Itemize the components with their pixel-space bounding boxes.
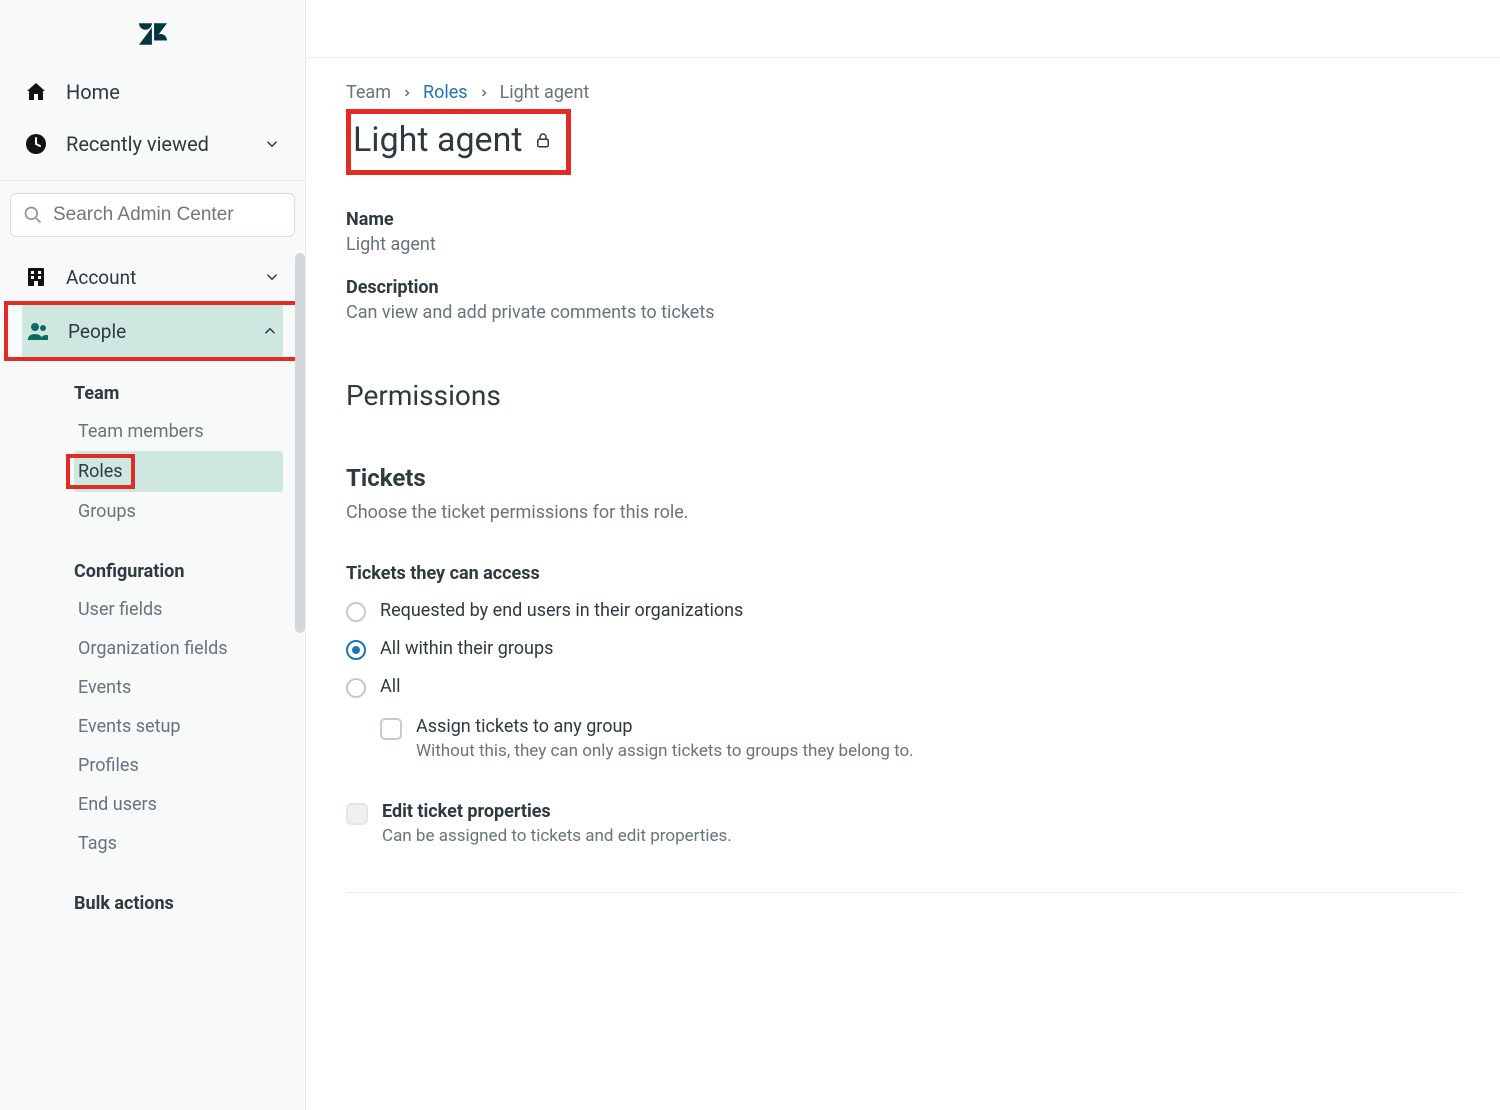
logo-row [0,0,305,66]
radio-option-groups[interactable]: All within their groups [346,638,1460,660]
sidebar-account[interactable]: Account [22,253,283,301]
app-root: Home Recently viewed [0,0,1500,1110]
name-label: Name [346,209,1460,230]
checkbox-icon [380,718,402,740]
meta: Name Light agent Description Can view an… [346,209,1460,323]
edit-hint: Can be assigned to tickets and edit prop… [382,826,732,846]
sidebar-people[interactable]: People [22,305,283,357]
check-text: Edit ticket properties Can be assigned t… [382,801,732,846]
subitem-tags[interactable]: Tags [74,824,283,863]
page-title-highlight: Light agent [346,109,571,175]
subheading-team: Team [74,373,283,412]
page-title: Light agent [353,120,522,160]
access-label: Tickets they can access [346,563,1460,584]
radio-option-all[interactable]: All [346,676,1460,698]
nav-top: Home Recently viewed [0,66,305,174]
radio-selected-icon [346,640,366,660]
subitem-end-users[interactable]: End users [74,785,283,824]
home-icon [24,80,48,104]
tickets-hint: Choose the ticket permissions for this r… [346,502,1460,523]
radio-label: All [380,676,401,697]
subitem-user-fields[interactable]: User fields [74,590,283,629]
content: Team Roles Light agent Light agent [306,58,1500,933]
people-sublist: Team Team members Roles Groups Configura… [22,361,283,922]
sidebar-people-highlight: People [4,301,301,361]
clock-icon [24,132,48,156]
chevron-down-icon [263,268,281,286]
breadcrumb: Team Roles Light agent [346,82,1460,103]
assign-label: Assign tickets to any group [416,716,914,737]
people-icon [26,319,50,343]
meta-name: Name Light agent [346,209,1460,255]
subheading-configuration: Configuration [74,551,283,590]
radio-label: Requested by end users in their organiza… [380,600,743,621]
building-icon [24,265,48,289]
main: Team Roles Light agent Light agent [306,0,1500,1110]
check-text: Assign tickets to any group Without this… [416,716,914,761]
radio-option-requested[interactable]: Requested by end users in their organiza… [346,600,1460,622]
radio-icon [346,602,366,622]
radio-icon [346,678,366,698]
check-edit-properties[interactable]: Edit ticket properties Can be assigned t… [346,801,1460,846]
footer-divider [346,892,1460,893]
permissions: Permissions Tickets Choose the ticket pe… [346,379,1460,893]
tickets-section: Tickets Choose the ticket permissions fo… [346,464,1460,893]
nav-home-label: Home [66,80,120,104]
crumb-roles[interactable]: Roles [423,82,468,103]
check-assign-any-group[interactable]: Assign tickets to any group Without this… [380,716,1460,761]
subitem-events[interactable]: Events [74,668,283,707]
zendesk-logo-icon [139,22,167,46]
sidebar-account-label: Account [66,266,136,289]
scrollbar[interactable] [295,253,305,633]
meta-description: Description Can view and add private com… [346,277,1460,323]
edit-label: Edit ticket properties [382,801,732,822]
chevron-down-icon [263,135,281,153]
search-box[interactable] [10,193,295,237]
subitem-groups[interactable]: Groups [74,492,283,531]
sidebar-people-label: People [68,320,126,343]
chevron-right-icon [478,87,490,99]
nav-recently-viewed[interactable]: Recently viewed [16,118,289,170]
sidebar-scroll: Account People [0,253,305,1110]
subitem-events-setup[interactable]: Events setup [74,707,283,746]
roles-highlight: Roles [66,454,135,489]
subheading-bulk-actions: Bulk actions [74,883,283,922]
divider [0,180,305,181]
subitem-roles-label: Roles [78,461,123,482]
name-value: Light agent [346,234,1460,255]
search-input[interactable] [53,204,282,226]
title-wrap: Light agent [346,109,1460,175]
sidebar-sections: Account People [0,253,305,922]
lock-icon [534,130,552,150]
radio-label: All within their groups [380,638,553,659]
chevron-up-icon [261,322,279,340]
checkbox-disabled-icon [346,803,368,825]
subitem-roles[interactable]: Roles [74,451,283,492]
description-label: Description [346,277,1460,298]
permissions-heading: Permissions [346,379,1460,412]
sidebar: Home Recently viewed [0,0,306,1110]
tickets-heading: Tickets [346,464,1460,492]
nav-recent-label: Recently viewed [66,132,209,156]
crumb-team[interactable]: Team [346,82,391,103]
crumb-current: Light agent [500,82,590,103]
top-bar [306,0,1500,58]
nav-home[interactable]: Home [16,66,289,118]
subitem-team-members[interactable]: Team members [74,412,283,451]
search-wrap [0,193,305,253]
description-value: Can view and add private comments to tic… [346,302,1460,323]
subitem-organization-fields[interactable]: Organization fields [74,629,283,668]
chevron-right-icon [401,87,413,99]
subitem-profiles[interactable]: Profiles [74,746,283,785]
assign-hint: Without this, they can only assign ticke… [416,741,914,761]
search-icon [23,205,43,225]
